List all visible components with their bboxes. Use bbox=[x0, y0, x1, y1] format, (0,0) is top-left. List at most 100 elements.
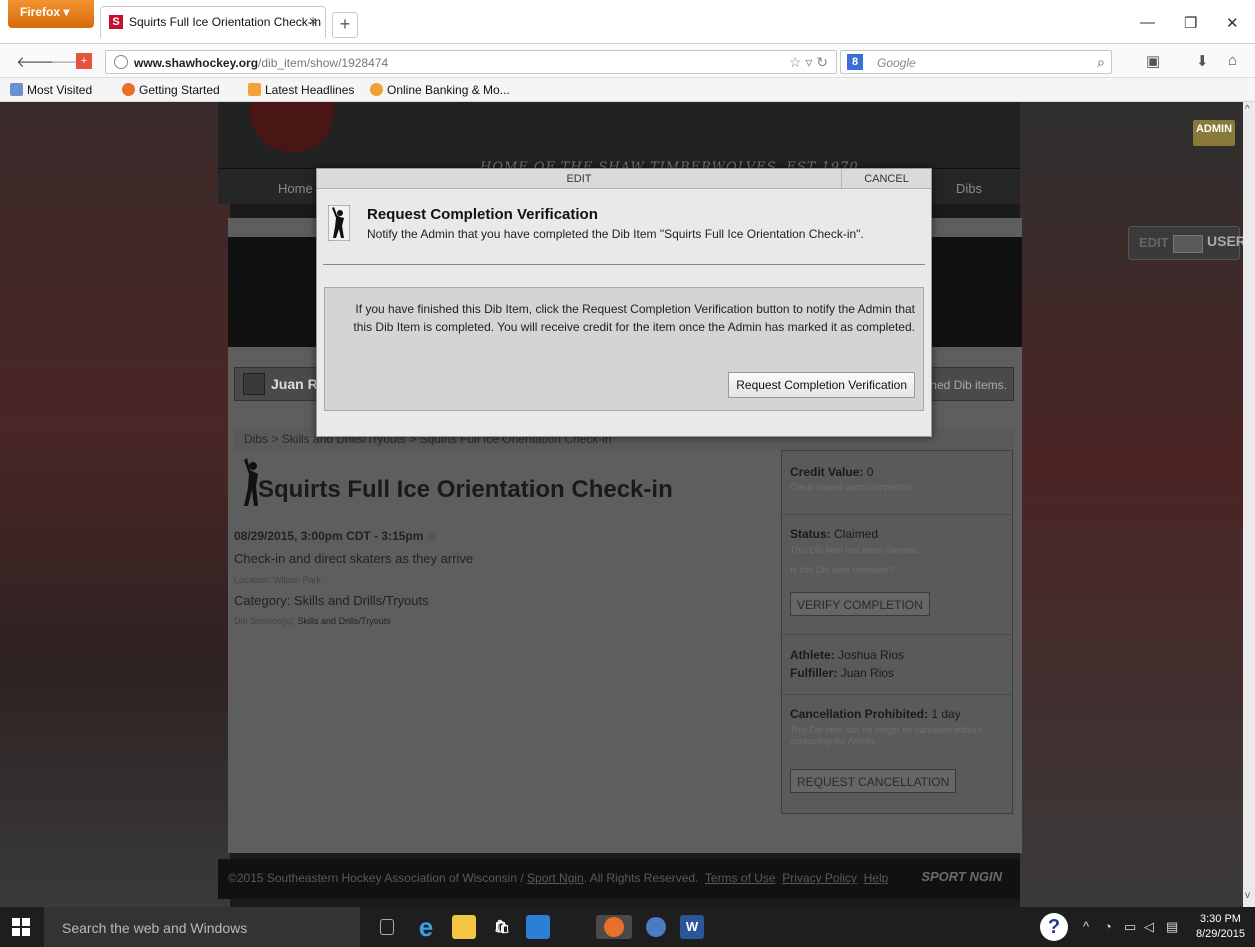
status-question: Is this Dib Item complete? bbox=[790, 565, 894, 575]
footer-help-link[interactable]: Help bbox=[864, 871, 889, 885]
clock-time: 3:30 PM bbox=[1199, 913, 1241, 925]
most-visited-icon bbox=[10, 83, 23, 96]
tab-title: Squirts Full Ice Orientation Check-in bbox=[129, 15, 322, 29]
item-sidebar: Credit Value: 0 Credit issued upon compl… bbox=[781, 450, 1013, 814]
footer-privacy-link[interactable]: Privacy Policy bbox=[782, 871, 857, 885]
fulfiller-value: Fulfiller: Juan Rios bbox=[790, 666, 895, 680]
hp-icon[interactable] bbox=[644, 915, 668, 939]
volume-icon[interactable]: ◁ bbox=[1144, 919, 1154, 935]
address-bar[interactable]: www.shawhockey.org/dib_item/show/1928474… bbox=[105, 50, 837, 74]
item-time: 08/29/2015, 3:00pm CDT - 3:15pm ▦ bbox=[234, 529, 437, 543]
nav-dibs[interactable]: Dibs bbox=[956, 181, 982, 196]
mode-edit-label: EDIT bbox=[1139, 235, 1169, 250]
browser-navbar: 🡐 🡒 + www.shawhockey.org/dib_item/show/1… bbox=[0, 44, 1255, 78]
status-section: Status: Claimed This Dib Item has been c… bbox=[782, 515, 1012, 635]
firefox-menu-button[interactable]: Firefox ▾ bbox=[8, 0, 94, 28]
bookmark-most-visited[interactable]: Most Visited bbox=[10, 83, 92, 97]
clock-date: 8/29/2015 bbox=[1196, 928, 1245, 940]
task-view-icon[interactable] bbox=[380, 919, 394, 935]
wifi-icon[interactable]: ◔ bbox=[1104, 919, 1112, 934]
addon-plus-icon[interactable]: + bbox=[76, 53, 92, 69]
people-section: Athlete: Joshua Rios Fulfiller: Juan Rio… bbox=[782, 635, 1012, 695]
page-scrollbar[interactable] bbox=[1243, 102, 1255, 907]
banking-icon bbox=[370, 83, 383, 96]
item-session: Dib Session(s): Skills and Drills/Tryout… bbox=[234, 616, 391, 626]
footer-terms-link[interactable]: Terms of Use bbox=[705, 871, 776, 885]
globe-icon bbox=[114, 55, 128, 69]
modal-divider bbox=[323, 264, 925, 265]
person-waving-icon bbox=[328, 205, 350, 241]
close-window-icon[interactable]: ✕ bbox=[1226, 14, 1239, 32]
minimize-icon[interactable]: — bbox=[1140, 14, 1155, 31]
help-icon[interactable]: ? bbox=[1040, 913, 1068, 941]
word-icon[interactable]: W bbox=[680, 915, 704, 939]
modal-title: Request Completion Verification bbox=[367, 206, 598, 223]
firefox-icon bbox=[122, 83, 135, 96]
mode-user-label: USER bbox=[1207, 233, 1246, 249]
bookmark-star-icon[interactable]: ☆ bbox=[789, 54, 802, 70]
modal-panel: If you have finished this Dib Item, clic… bbox=[324, 287, 924, 411]
windows-start-icon[interactable] bbox=[12, 918, 30, 936]
media-app-icon[interactable] bbox=[526, 915, 550, 939]
mode-switch[interactable] bbox=[1173, 235, 1203, 253]
home-icon[interactable]: ⌂ bbox=[1228, 52, 1237, 69]
scroll-down-icon[interactable]: v bbox=[1245, 890, 1250, 901]
download-icon[interactable]: ⬇ bbox=[1196, 52, 1209, 70]
cancellation-section: Cancellation Prohibited: 1 day This Dib … bbox=[782, 695, 1012, 813]
restore-icon[interactable]: ❐ bbox=[1184, 14, 1197, 32]
modal-header: EDIT CANCEL bbox=[317, 169, 931, 189]
scroll-up-icon[interactable]: ^ bbox=[1245, 104, 1250, 115]
modal-subtitle: Notify the Admin that you have completed… bbox=[367, 227, 864, 241]
footer-sport-ngin-link[interactable]: Sport Ngin bbox=[527, 871, 584, 885]
new-tab-button[interactable]: + bbox=[332, 12, 358, 38]
store-icon[interactable]: 🛍 bbox=[490, 915, 514, 939]
bookmark-getting-started[interactable]: Getting Started bbox=[122, 83, 220, 97]
firefox-menu-label: Firefox bbox=[20, 5, 61, 19]
site-footer: ©2015 Southeastern Hockey Association of… bbox=[218, 859, 1020, 899]
user-bar-link[interactable]: hed Dib items. bbox=[930, 378, 1007, 392]
background-player-left bbox=[0, 102, 230, 907]
calendar-icon[interactable]: ▦ bbox=[427, 532, 436, 543]
cancellation-note: This Dib Item can no longer be canceled … bbox=[790, 725, 983, 746]
item-description: Check-in and direct skaters as they arri… bbox=[234, 551, 474, 566]
sport-ngin-logo[interactable]: SPORT NGIN bbox=[921, 869, 1002, 884]
item-location: Location: Wilson Park bbox=[234, 575, 322, 585]
browser-tab-active[interactable]: S Squirts Full Ice Orientation Check-in … bbox=[100, 6, 326, 38]
request-completion-verification-button[interactable]: Request Completion Verification bbox=[728, 372, 915, 398]
taskbar-clock[interactable]: 3:30 PM 8/29/2015 bbox=[1196, 912, 1245, 942]
request-verification-modal: EDIT CANCEL Request Completion Verificat… bbox=[316, 168, 932, 437]
firefox-taskbar-icon[interactable] bbox=[596, 915, 632, 939]
rss-icon bbox=[248, 83, 261, 96]
page-title: Squirts Full Ice Orientation Check-in bbox=[258, 476, 673, 503]
edge-icon[interactable]: e bbox=[414, 914, 438, 940]
search-engine-icon[interactable]: 8 bbox=[847, 54, 863, 70]
dropdown-icon[interactable]: ▿ bbox=[805, 54, 812, 70]
bookmarks-toolbar: Most Visited Getting Started Latest Head… bbox=[0, 78, 1255, 102]
item-category: Category: Skills and Drills/Tryouts bbox=[234, 593, 429, 608]
search-bar[interactable]: 8 Google ⌕ bbox=[840, 50, 1112, 74]
modal-tab-edit[interactable]: EDIT bbox=[317, 169, 841, 189]
tray-chevron-icon[interactable]: ^ bbox=[1083, 919, 1089, 934]
bookmark-latest-headlines[interactable]: Latest Headlines bbox=[248, 83, 354, 97]
verify-completion-button[interactable]: VERIFY COMPLETION bbox=[790, 592, 930, 616]
file-explorer-icon[interactable] bbox=[452, 915, 476, 939]
nav-home[interactable]: Home bbox=[278, 181, 313, 196]
url-bar-icons: ☆ ▿ ↻ bbox=[789, 54, 828, 71]
site-favicon-icon: S bbox=[109, 15, 123, 29]
status-note: This Dib Item has been claimed. bbox=[790, 545, 919, 555]
athlete-value: Athlete: Joshua Rios bbox=[790, 648, 905, 662]
search-icon[interactable]: ⌕ bbox=[1097, 54, 1105, 71]
reload-icon[interactable]: ↻ bbox=[816, 54, 828, 70]
battery-icon[interactable]: ▭ bbox=[1124, 919, 1136, 935]
taskbar-search-placeholder: Search the web and Windows bbox=[62, 920, 248, 936]
pocket-icon[interactable]: ▣ bbox=[1146, 52, 1160, 70]
windows-taskbar: Search the web and Windows e 🛍 W ? ^ ◔ ▭… bbox=[0, 907, 1255, 947]
mode-toggle[interactable]: EDIT USER bbox=[1128, 226, 1246, 260]
notifications-icon[interactable]: ▤ bbox=[1166, 919, 1178, 935]
modal-cancel-button[interactable]: CANCEL bbox=[841, 169, 931, 189]
tab-close-icon[interactable]: × bbox=[309, 13, 317, 29]
request-cancellation-button[interactable]: REQUEST CANCELLATION bbox=[790, 769, 957, 793]
bookmark-online-banking[interactable]: Online Banking & Mo... bbox=[370, 83, 510, 97]
taskbar-search-box[interactable]: Search the web and Windows bbox=[44, 907, 360, 947]
admin-badge[interactable]: ADMIN bbox=[1193, 120, 1235, 146]
